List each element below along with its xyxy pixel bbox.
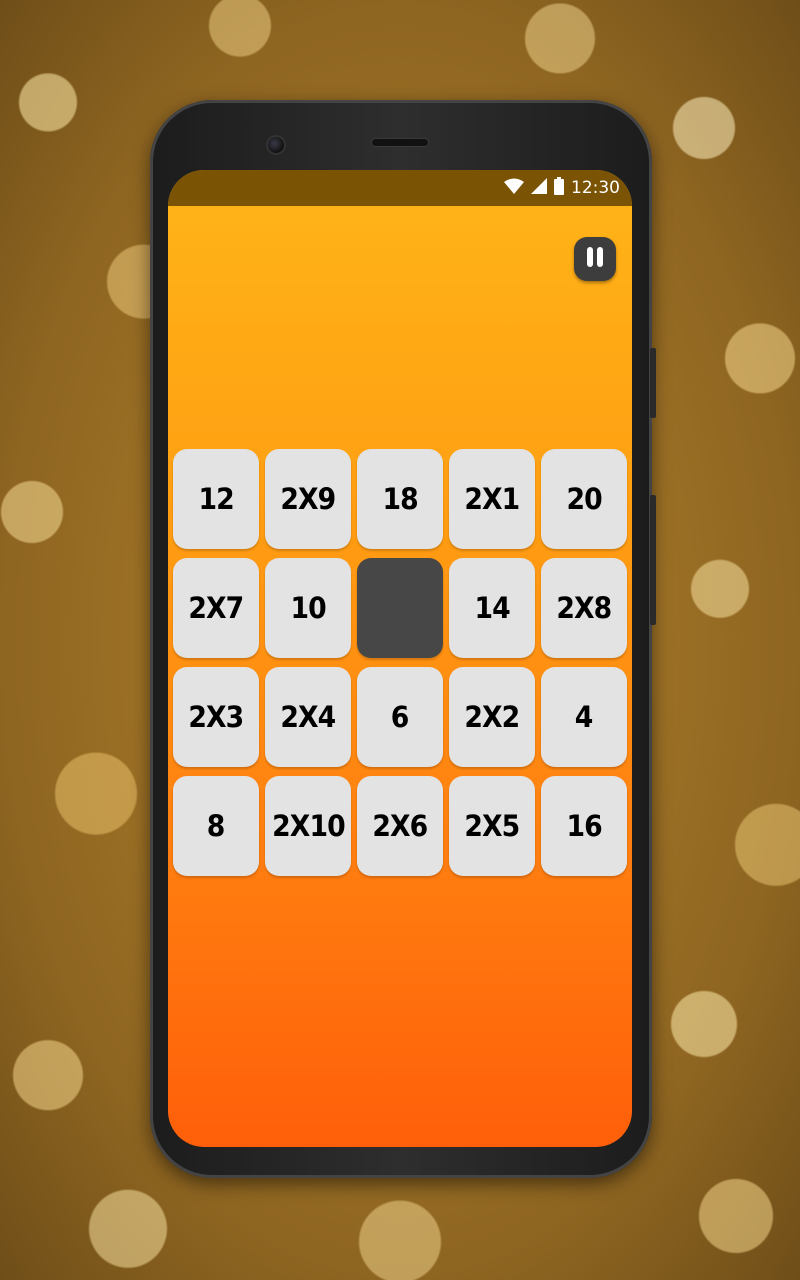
tile-label: 20 <box>566 482 602 516</box>
tile-18[interactable]: 18 <box>357 449 443 549</box>
tile-label: 2X5 <box>464 809 521 843</box>
tile-14[interactable]: 14 <box>449 558 535 658</box>
empty-slot <box>357 558 443 658</box>
tile-label: 8 <box>207 809 226 843</box>
tile-16[interactable]: 16 <box>541 776 627 876</box>
tile-label: 2X7 <box>188 591 245 625</box>
tile-label: 2X6 <box>372 809 429 843</box>
pause-icon <box>586 246 604 272</box>
tile-label: 4 <box>575 700 594 734</box>
tile-label: 12 <box>198 482 234 516</box>
tile-2x6[interactable]: 2X6 <box>357 776 443 876</box>
tile-label: 2X10 <box>271 809 346 843</box>
game-screen: 12:30 12 2X9 18 2X1 20 2X7 10 14 2X8 2X3… <box>168 170 632 1147</box>
tile-label: 2X4 <box>280 700 337 734</box>
tile-label: 2X9 <box>280 482 337 516</box>
battery-icon <box>554 177 564 199</box>
tile-20[interactable]: 20 <box>541 449 627 549</box>
tile-2x2[interactable]: 2X2 <box>449 667 535 767</box>
tile-label: 6 <box>391 700 410 734</box>
tile-6[interactable]: 6 <box>357 667 443 767</box>
tile-label: 2X3 <box>188 700 245 734</box>
tile-10[interactable]: 10 <box>265 558 351 658</box>
phone-power-button <box>650 348 656 418</box>
status-icons: 12:30 <box>504 177 620 199</box>
front-camera <box>268 137 284 153</box>
tile-label: 18 <box>382 482 418 516</box>
puzzle-board: 12 2X9 18 2X1 20 2X7 10 14 2X8 2X3 2X4 6… <box>173 449 627 876</box>
tile-8[interactable]: 8 <box>173 776 259 876</box>
tile-2x1[interactable]: 2X1 <box>449 449 535 549</box>
tile-label: 2X1 <box>464 482 521 516</box>
tile-label: 14 <box>474 591 510 625</box>
tile-2x7[interactable]: 2X7 <box>173 558 259 658</box>
status-bar: 12:30 <box>168 170 632 206</box>
tile-label: 10 <box>290 591 326 625</box>
status-time: 12:30 <box>571 178 620 198</box>
tile-2x9[interactable]: 2X9 <box>265 449 351 549</box>
tile-2x8[interactable]: 2X8 <box>541 558 627 658</box>
pause-button[interactable] <box>574 237 616 281</box>
tile-12[interactable]: 12 <box>173 449 259 549</box>
wifi-icon <box>504 178 524 198</box>
tile-label: 16 <box>566 809 602 843</box>
phone-volume-button <box>650 495 656 625</box>
tile-2x5[interactable]: 2X5 <box>449 776 535 876</box>
earpiece-speaker <box>372 139 428 146</box>
tile-label: 2X8 <box>556 591 613 625</box>
cellular-signal-icon <box>531 178 547 198</box>
tile-2x10[interactable]: 2X10 <box>265 776 351 876</box>
tile-2x3[interactable]: 2X3 <box>173 667 259 767</box>
tile-2x4[interactable]: 2X4 <box>265 667 351 767</box>
tile-label: 2X2 <box>464 700 521 734</box>
tile-4[interactable]: 4 <box>541 667 627 767</box>
